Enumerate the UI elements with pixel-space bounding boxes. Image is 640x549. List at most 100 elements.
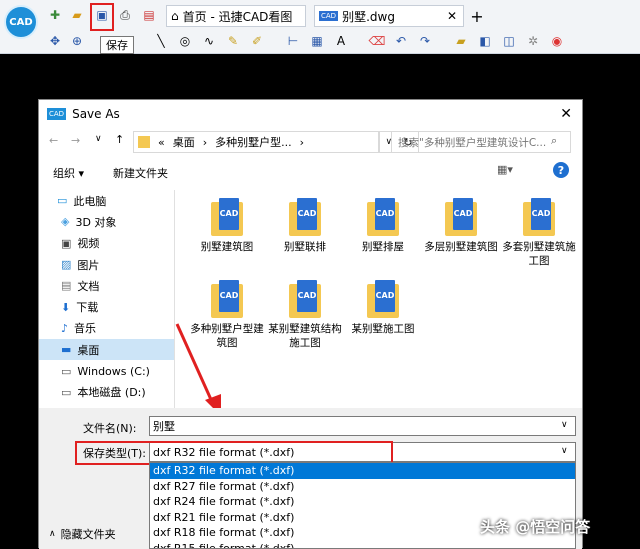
sidebar-label: 视频: [77, 235, 99, 251]
filetype-option[interactable]: dxf R32 file format (*.dxf): [150, 463, 575, 479]
tab-document[interactable]: CAD 别墅.dwg ✕: [314, 5, 464, 27]
view-cube-icon[interactable]: ◫: [500, 32, 518, 50]
nav-row: ← → ∨ ↑ « 桌面 › 多种别墅户型... › ∨ ↻ 搜索"多种别墅户型…: [39, 130, 582, 156]
sidebar-item-pictures[interactable]: ▨图片: [39, 254, 174, 275]
red-arrow-annotation: [169, 320, 229, 420]
search-input[interactable]: 搜索"多种别墅户型建筑设计C...: [391, 131, 571, 153]
help-icon[interactable]: ?: [553, 162, 569, 178]
area-icon[interactable]: ▦: [308, 32, 326, 50]
hide-folders-toggle[interactable]: ∧ 隐藏文件夹: [49, 526, 116, 542]
color-wheel-icon[interactable]: ◉: [548, 32, 566, 50]
sidebar-label: 此电脑: [73, 193, 106, 209]
sidebar-item-this-pc[interactable]: ▭ 此电脑: [39, 190, 174, 211]
filetype-dropdown-icon[interactable]: ∨: [561, 446, 568, 456]
file-name: 某别墅施工图: [352, 323, 415, 335]
file-name: 多套别墅建筑施工图: [502, 241, 576, 267]
sidebar-label: 音乐: [74, 320, 96, 336]
watermark: 头条 @悟空问答: [480, 508, 640, 544]
file-item[interactable]: CAD某别墅建筑结构施工图: [267, 280, 343, 350]
sidebar-item-music[interactable]: ♪ 音乐: [39, 318, 174, 339]
dialog-title: Save As: [72, 107, 120, 121]
print-icon[interactable]: ⎙: [116, 6, 134, 24]
new-file-icon[interactable]: ✚: [46, 6, 64, 24]
file-item[interactable]: CAD别墅联排: [267, 198, 343, 254]
back-icon[interactable]: ←: [49, 134, 58, 147]
cad-folder-icon: CAD: [289, 280, 321, 318]
file-name: 别墅建筑图: [201, 241, 254, 253]
path-separator: ›: [203, 136, 207, 149]
tab-home[interactable]: ⌂ 首页 - 迅捷CAD看图: [166, 5, 306, 27]
line-icon[interactable]: ╲: [152, 32, 170, 50]
pdf-icon[interactable]: ▤: [140, 6, 158, 24]
3d-box-icon[interactable]: ◧: [476, 32, 494, 50]
sidebar-label: 本地磁盘 (D:): [77, 384, 145, 400]
undo-icon[interactable]: ↶: [392, 32, 410, 50]
text-edit-icon[interactable]: ✐: [248, 32, 266, 50]
redo-icon[interactable]: ↷: [416, 32, 434, 50]
search-icon[interactable]: ⌕: [551, 134, 557, 148]
file-name: 别墅排屋: [362, 241, 404, 253]
sidebar-item-desktop[interactable]: ▬桌面: [39, 339, 174, 360]
address-bar[interactable]: « 桌面 › 多种别墅户型... ›: [133, 131, 379, 153]
pan-icon[interactable]: ✥: [46, 32, 64, 50]
filename-dropdown-icon[interactable]: ∨: [561, 420, 568, 430]
dialog-close-icon[interactable]: ✕: [560, 106, 572, 122]
filetype-option[interactable]: dxf R27 file format (*.dxf): [150, 479, 575, 495]
new-folder-button[interactable]: 新建文件夹: [113, 165, 168, 181]
forward-icon[interactable]: →: [71, 134, 80, 147]
sidebar-label: 3D 对象: [75, 214, 116, 230]
app-logo[interactable]: CAD: [4, 5, 38, 39]
pencil-icon[interactable]: ✎: [224, 32, 242, 50]
sidebar-label: 文档: [77, 278, 99, 294]
sidebar-item-videos[interactable]: ▣ 视频: [39, 233, 174, 254]
circle-icon[interactable]: ◎: [176, 32, 194, 50]
measure-icon[interactable]: ⊢: [284, 32, 302, 50]
sidebar-item-windows-c[interactable]: ▭Windows (C:): [39, 360, 174, 381]
file-item[interactable]: CAD多层别墅建筑图: [423, 198, 499, 254]
sidebar-item-documents[interactable]: ▤ 文档: [39, 275, 174, 296]
open-folder-icon[interactable]: ▰: [68, 6, 86, 24]
cad-folder-icon: CAD: [445, 198, 477, 236]
command-bar: 组织 ▾ 新建文件夹 ▦▾ ?: [39, 160, 582, 184]
filename-input[interactable]: 别墅: [149, 416, 576, 436]
path-folder[interactable]: 多种别墅户型...: [215, 134, 292, 150]
download-icon: ⬇: [61, 301, 70, 314]
curve-icon[interactable]: ∿: [200, 32, 218, 50]
sidebar-item-local-d[interactable]: ▭ 本地磁盘 (D:): [39, 382, 174, 403]
zoom-icon[interactable]: ⊕: [68, 32, 86, 50]
recent-dropdown-icon[interactable]: ∨: [95, 134, 102, 144]
sidebar-item-3d-objects[interactable]: ◈ 3D 对象: [39, 211, 174, 232]
new-tab-icon[interactable]: +: [468, 7, 486, 25]
music-icon: ♪: [61, 322, 68, 335]
path-separator-2: ›: [300, 136, 304, 149]
sidebar-item-downloads[interactable]: ⬇下载: [39, 296, 174, 317]
settings-icon[interactable]: ✲: [524, 32, 542, 50]
path-desktop[interactable]: 桌面: [173, 134, 195, 150]
hide-folders-label: 隐藏文件夹: [61, 526, 116, 542]
layer-icon[interactable]: ▰: [452, 32, 470, 50]
computer-icon: ▭: [57, 194, 67, 207]
video-icon: ▣: [61, 237, 71, 250]
cube-icon: ◈: [61, 215, 69, 228]
file-list: CAD别墅建筑图 CAD别墅联排 CAD别墅排屋 CAD多层别墅建筑图 CAD多…: [189, 190, 579, 410]
organize-button[interactable]: 组织 ▾: [53, 165, 84, 181]
drive-icon: ▭: [61, 386, 71, 399]
save-as-dialog: CAD Save As ✕ ← → ∨ ↑ « 桌面 › 多种别墅户型... ›…: [38, 99, 583, 548]
eraser-icon[interactable]: ⌫: [368, 32, 386, 50]
sidebar-label: 图片: [77, 257, 99, 273]
cad-file-icon: CAD: [319, 11, 338, 21]
file-item[interactable]: CAD多套别墅建筑施工图: [501, 198, 577, 268]
view-options-icon[interactable]: ▦▾: [497, 163, 513, 176]
file-name: 别墅联排: [284, 241, 326, 253]
file-item[interactable]: CAD某别墅施工图: [345, 280, 421, 336]
tab-doc-label: 别墅.dwg: [342, 8, 395, 25]
path-overflow[interactable]: «: [158, 136, 165, 149]
file-item[interactable]: CAD别墅排屋: [345, 198, 421, 254]
up-icon[interactable]: ↑: [115, 133, 124, 146]
close-icon[interactable]: ✕: [447, 9, 457, 23]
file-item[interactable]: CAD别墅建筑图: [189, 198, 265, 254]
document-icon: ▤: [61, 279, 71, 292]
text-icon[interactable]: A: [332, 32, 350, 50]
dialog-titlebar: CAD Save As ✕: [39, 100, 582, 128]
home-icon: ⌂: [171, 9, 179, 23]
